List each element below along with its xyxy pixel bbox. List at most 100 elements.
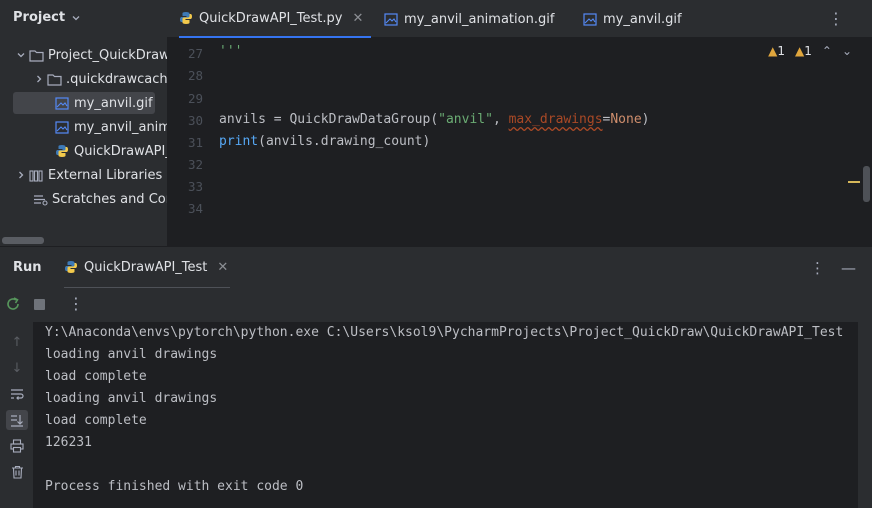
arrow-down-icon[interactable]: ↓ [6,358,28,378]
image-file-icon [54,120,70,134]
python-icon [64,260,78,274]
tree-item-label: QuickDrawAPI_Test.py [74,143,167,159]
weak-warning-icon: ▲ [795,44,805,58]
chevron-down-icon[interactable] [14,50,28,60]
chevron-up-icon[interactable]: ⌃ [822,44,832,58]
tab-label: QuickDrawAPI_Test.py [199,10,343,26]
tree-item-label: Project_QuickDraw [48,47,167,63]
run-tool-window-header: Run QuickDrawAPI_Test ✕ ⋮ — [0,246,872,289]
image-icon [583,12,597,26]
code-token: (anvils.drawing_count) [258,134,431,149]
project-horizontal-scrollbar[interactable] [2,237,44,244]
run-toolbar: ⋮ [0,288,872,322]
editor-vertical-scrollbar[interactable] [863,166,870,202]
code-token: anvils = QuickDrawDataGroup( [219,112,439,127]
soft-wrap-icon[interactable] [6,384,28,404]
run-tool-window-title: Run [13,260,42,275]
tab-label: my_anvil.gif [603,11,682,27]
more-vertical-icon[interactable]: ⋮ [68,294,84,313]
code-string-token: "anvil" [438,112,493,127]
python-file-icon [54,144,70,158]
named-argument-warning: max_drawings [508,112,603,127]
code-line-31: print(anvils.drawing_count) [219,134,430,149]
line-number: 29 [187,91,203,106]
line-number-gutter: 27 28 29 30 31 32 33 34 [167,38,215,246]
close-icon[interactable]: ✕ [352,11,363,26]
warning-icon: ▲ [768,44,778,58]
scroll-to-end-icon[interactable] [6,410,28,430]
warning-count-b[interactable]: ▲1 [795,44,812,58]
console-line: 126231 [45,435,92,450]
project-title: Project [13,10,66,25]
console-line: loading anvil drawings [45,391,218,406]
run-tab-quickdrawapi-test[interactable]: QuickDrawAPI_Test ✕ [64,247,231,289]
run-tab-label: QuickDrawAPI_Test [84,259,208,275]
code-token: , [492,112,509,127]
run-side-toolbar: ↑ ↓ [0,322,33,508]
code-function-token: print [219,134,259,149]
code-editor[interactable]: 27 28 29 30 31 32 33 34 ''' anvils = Qui… [167,38,872,246]
inspection-widget[interactable]: ▲1 ▲1 ⌃ ⌄ [768,44,852,58]
editor-tab-bar: QuickDrawAPI_Test.py ✕ my_anvil_animatio… [167,0,872,38]
tree-item-quickdrawapi-test-py[interactable]: QuickDrawAPI_Test.py [54,140,167,162]
trash-icon[interactable] [6,462,28,482]
console-line: load complete [45,413,147,428]
line-number: 33 [187,179,203,194]
tab-my-anvil-animation-gif[interactable]: my_anvil_animation.gif [384,0,554,38]
tab-quickdrawapi-test-py[interactable]: QuickDrawAPI_Test.py ✕ [179,0,371,38]
warning-count-a[interactable]: ▲1 [768,44,785,58]
console-vertical-scrollbar[interactable] [858,322,872,508]
line-number: 34 [187,201,203,216]
line-number: 28 [187,68,203,83]
python-icon [179,11,193,25]
console-line: loading anvil drawings [45,347,218,362]
tree-item-label: External Libraries [48,167,163,183]
line-number: 30 [187,113,203,128]
more-vertical-icon[interactable]: ⋮ [828,9,844,28]
tree-item-label: my_anvil.gif [74,95,153,111]
scratches-icon [32,192,48,206]
line-number: 27 [187,46,203,61]
tree-item-label: Scratches and Consoles [52,191,167,207]
tree-item-my-anvil-animation-gif[interactable]: my_anvil_animation.gif [54,116,167,138]
tree-item-label: my_anvil_animation.gif [74,119,167,135]
tree-item-label: .quickdrawcache [66,71,167,87]
code-line-27: ''' [219,44,243,59]
library-icon [28,168,44,182]
line-number: 32 [187,157,203,172]
chevron-down-icon [72,15,80,20]
more-vertical-icon[interactable]: ⋮ [810,259,825,277]
chevron-down-icon[interactable]: ⌄ [842,44,852,58]
line-number: 31 [187,135,203,150]
code-keyword-token: None [610,112,642,127]
tree-item-scratches[interactable]: Scratches and Consoles [28,188,167,210]
arrow-up-icon[interactable]: ↑ [6,332,28,352]
console-line: Y:\Anaconda\envs\pytorch\python.exe C:\U… [45,325,844,340]
console-line: load complete [45,369,147,384]
tree-item-project-root[interactable]: Project_QuickDraw [14,44,167,66]
run-console-output[interactable]: Y:\Anaconda\envs\pytorch\python.exe C:\U… [33,322,858,508]
folder-icon [28,48,44,62]
close-icon[interactable]: ✕ [217,260,228,275]
chevron-right-icon[interactable] [32,74,46,84]
project-view-selector[interactable]: Project [13,10,81,25]
rerun-icon[interactable] [5,296,21,312]
image-icon [384,12,398,26]
stop-icon[interactable] [34,299,45,310]
image-file-icon [54,96,70,110]
folder-icon [46,72,62,86]
chevron-right-icon[interactable] [14,170,28,180]
project-panel: Project Project_QuickDraw .quickdrawcach… [0,0,167,246]
tree-item-my-anvil-gif[interactable]: my_anvil.gif [13,92,155,114]
tree-item-external-libraries[interactable]: External Libraries [14,164,162,186]
print-icon[interactable] [6,436,28,456]
code-token: ) [641,112,650,127]
code-line-30: anvils = QuickDrawDataGroup("anvil", max… [219,112,650,127]
minimize-icon[interactable]: — [841,259,856,277]
run-header-actions: ⋮ — [810,259,856,277]
tab-my-anvil-gif[interactable]: my_anvil.gif [583,0,682,38]
tree-item-quickdrawcache[interactable]: .quickdrawcache [32,68,167,90]
tab-label: my_anvil_animation.gif [404,11,555,27]
console-line: Process finished with exit code 0 [45,479,304,494]
warning-stripe-marker[interactable] [848,181,860,183]
